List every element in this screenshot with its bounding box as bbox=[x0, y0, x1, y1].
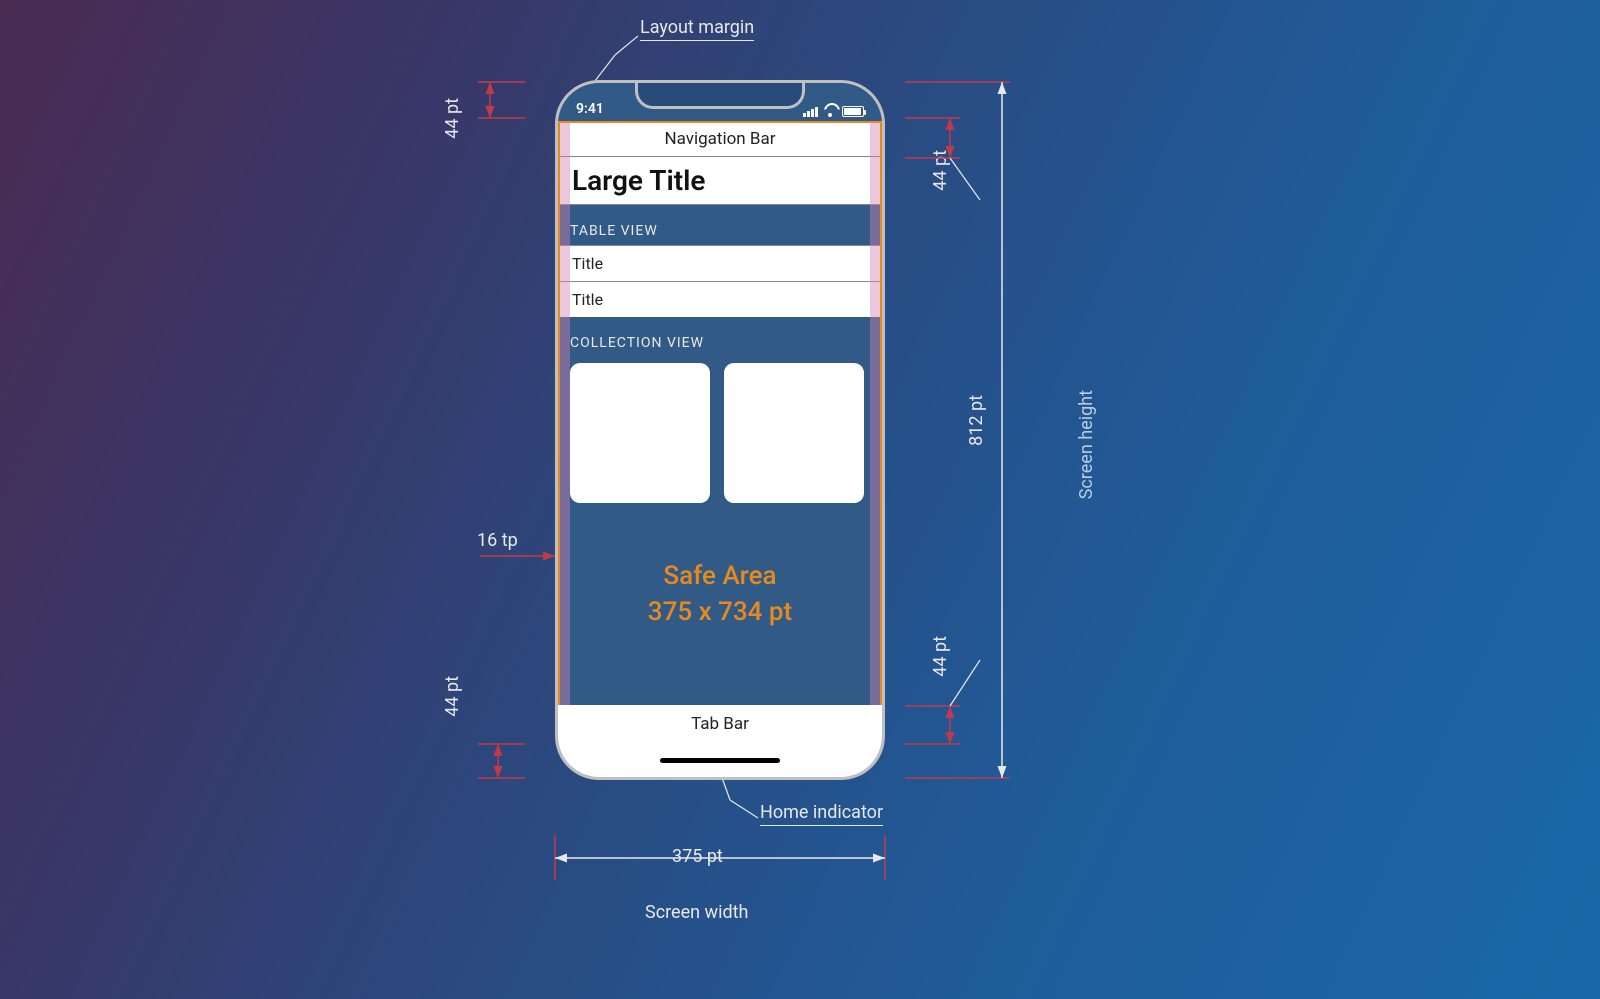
large-title-text: Large Title bbox=[572, 164, 706, 197]
tab-height-label-left: 44 pt bbox=[442, 676, 463, 717]
table-row-title: Title bbox=[572, 290, 603, 309]
status-icons bbox=[803, 106, 864, 117]
collection-card[interactable] bbox=[724, 363, 864, 503]
side-margin-label: 16 tp bbox=[477, 530, 518, 551]
cellular-icon bbox=[803, 107, 818, 117]
phone-frame: 9:41 Navigation Bar Large Title TABLE VI… bbox=[555, 80, 885, 780]
collection-view-label: COLLECTION VIEW bbox=[570, 335, 870, 351]
layout-margin-right bbox=[870, 121, 882, 743]
layout-margin-label: Layout margin bbox=[640, 17, 754, 38]
phone-notch bbox=[635, 81, 805, 109]
battery-icon bbox=[842, 106, 864, 117]
layout-margin-text: Layout margin bbox=[640, 17, 754, 41]
large-title: Large Title bbox=[558, 157, 882, 205]
table-row-title: Title bbox=[572, 254, 603, 273]
home-indicator-label: Home indicator bbox=[760, 802, 883, 823]
safe-area-label: Safe Area 375 x 734 pt bbox=[558, 558, 882, 631]
tab-bar-title: Tab Bar bbox=[691, 714, 749, 734]
screen-width-value: 375 pt bbox=[672, 846, 723, 867]
tab-bar: Tab Bar bbox=[558, 705, 882, 743]
screen-height-value: 812 pt bbox=[966, 395, 987, 446]
collection-card[interactable] bbox=[570, 363, 710, 503]
nav-height-label-right: 44 pt bbox=[930, 150, 951, 191]
tab-height-label-right: 44 pt bbox=[930, 636, 951, 677]
navigation-bar-title: Navigation Bar bbox=[664, 129, 775, 149]
screen-height-label: Screen height bbox=[1076, 390, 1097, 499]
status-height-label-left: 44 pt bbox=[442, 98, 463, 139]
layout-margin-left bbox=[558, 121, 570, 743]
safe-area-title: Safe Area bbox=[558, 558, 882, 594]
home-indicator-area bbox=[558, 743, 882, 777]
table-view-label: TABLE VIEW bbox=[570, 223, 870, 239]
wifi-icon bbox=[823, 107, 837, 117]
screen-width-label: Screen width bbox=[645, 902, 748, 923]
status-time: 9:41 bbox=[576, 101, 604, 117]
navigation-bar: Navigation Bar bbox=[558, 121, 882, 157]
safe-area-size: 375 x 734 pt bbox=[558, 594, 882, 630]
home-indicator[interactable] bbox=[660, 758, 780, 763]
collection-view bbox=[558, 357, 882, 503]
table-row[interactable]: Title bbox=[558, 281, 882, 317]
table-row[interactable]: Title bbox=[558, 245, 882, 281]
home-indicator-text: Home indicator bbox=[760, 802, 883, 826]
